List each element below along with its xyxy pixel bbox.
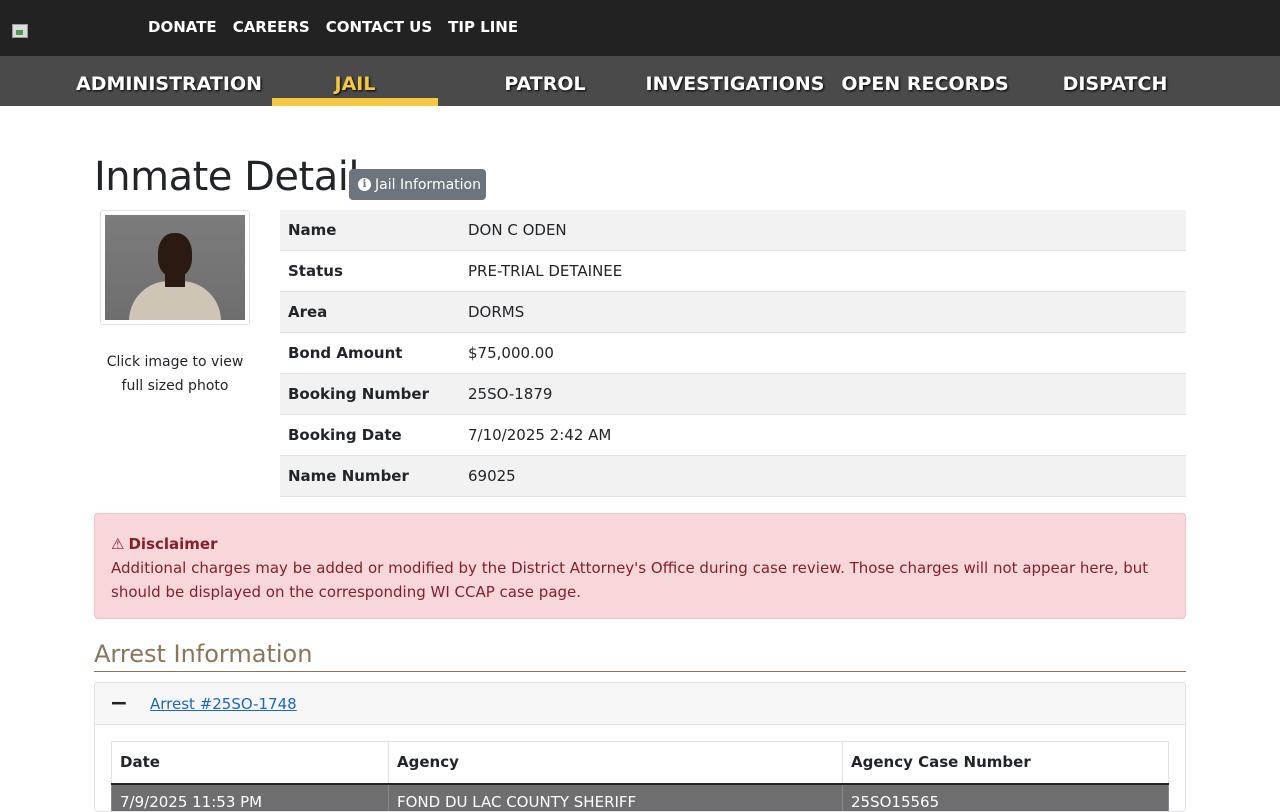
detail-label: Name [280, 221, 460, 239]
arrest-link[interactable]: Arrest #25SO-1748 [150, 695, 297, 713]
nav-open-records[interactable]: OPEN RECORDS [836, 56, 1014, 106]
nav-investigations[interactable]: INVESTIGATIONS [640, 56, 830, 106]
detail-row: Bond Amount $75,000.00 [280, 333, 1186, 374]
column-header-agency-case-number: Agency Case Number [843, 742, 1169, 784]
photo-caption: Click image to view full sized photo [94, 350, 256, 398]
logo-image[interactable] [12, 24, 28, 38]
arrest-table: Date Agency Agency Case Number 7/9/2025 … [111, 741, 1169, 812]
nav-patrol[interactable]: PATROL [460, 56, 630, 106]
detail-value: 25SO-1879 [460, 385, 552, 403]
detail-row: Status PRE-TRIAL DETAINEE [280, 251, 1186, 292]
arrest-case-number-cell: 25SO15565 [843, 784, 1169, 812]
top-links: DONATE CAREERS CONTACT US TIP LINE [148, 18, 518, 36]
page-title: Inmate Detail [94, 154, 359, 200]
detail-value: PRE-TRIAL DETAINEE [460, 262, 622, 280]
detail-value: DORMS [460, 303, 524, 321]
arrest-accordion: − Arrest #25SO-1748 Date Agency Agency C… [94, 682, 1186, 812]
main-nav: ADMINISTRATION JAIL PATROL INVESTIGATION… [0, 56, 1280, 106]
info-icon: i [358, 178, 371, 191]
inmate-photo[interactable] [100, 210, 250, 325]
detail-row: Name Number 69025 [280, 456, 1186, 497]
detail-value: $75,000.00 [460, 344, 554, 362]
disclaimer-heading: ⚠ Disclaimer [111, 532, 1169, 556]
jail-information-button[interactable]: i Jail Information [349, 169, 486, 200]
disclaimer-title: Disclaimer [128, 532, 217, 556]
careers-link[interactable]: CAREERS [233, 18, 310, 36]
donate-link[interactable]: DONATE [148, 18, 217, 36]
disclaimer-alert: ⚠ Disclaimer Additional charges may be a… [94, 513, 1186, 619]
arrest-agency-cell: FOND DU LAC COUNTY SHERIFF [389, 784, 843, 812]
nav-dispatch[interactable]: DISPATCH [1030, 56, 1200, 106]
warning-icon: ⚠ [111, 532, 124, 556]
detail-label: Name Number [280, 467, 460, 485]
detail-label: Area [280, 303, 460, 321]
arrest-date-cell: 7/9/2025 11:53 PM [112, 784, 389, 812]
detail-value: 69025 [460, 467, 516, 485]
detail-label: Booking Date [280, 426, 460, 444]
tip-line-link[interactable]: TIP LINE [448, 18, 518, 36]
detail-row: Booking Date 7/10/2025 2:42 AM [280, 415, 1186, 456]
column-header-date: Date [112, 742, 389, 784]
nav-jail[interactable]: JAIL [272, 56, 438, 106]
detail-row: Name DON C ODEN [280, 210, 1186, 251]
detail-label: Status [280, 262, 460, 280]
contact-us-link[interactable]: CONTACT US [326, 18, 432, 36]
inmate-details-table: Name DON C ODEN Status PRE-TRIAL DETAINE… [280, 210, 1186, 497]
detail-row: Area DORMS [280, 292, 1186, 333]
detail-label: Booking Number [280, 385, 460, 403]
jail-information-label: Jail Information [375, 177, 481, 193]
detail-row: Booking Number 25SO-1879 [280, 374, 1186, 415]
mugshot-image [105, 215, 245, 320]
collapse-icon[interactable]: − [95, 694, 143, 714]
nav-administration[interactable]: ADMINISTRATION [74, 56, 264, 106]
column-header-agency: Agency [389, 742, 843, 784]
top-bar: DONATE CAREERS CONTACT US TIP LINE [0, 0, 1280, 56]
detail-label: Bond Amount [280, 344, 460, 362]
table-row: 7/9/2025 11:53 PM FOND DU LAC COUNTY SHE… [112, 784, 1169, 812]
detail-value: 7/10/2025 2:42 AM [460, 426, 611, 444]
section-divider [94, 671, 1186, 672]
disclaimer-text: Additional charges may be added or modif… [111, 556, 1169, 604]
arrest-section-title: Arrest Information [94, 640, 312, 668]
detail-value: DON C ODEN [460, 221, 567, 239]
arrest-accordion-header[interactable]: − Arrest #25SO-1748 [95, 683, 1185, 725]
